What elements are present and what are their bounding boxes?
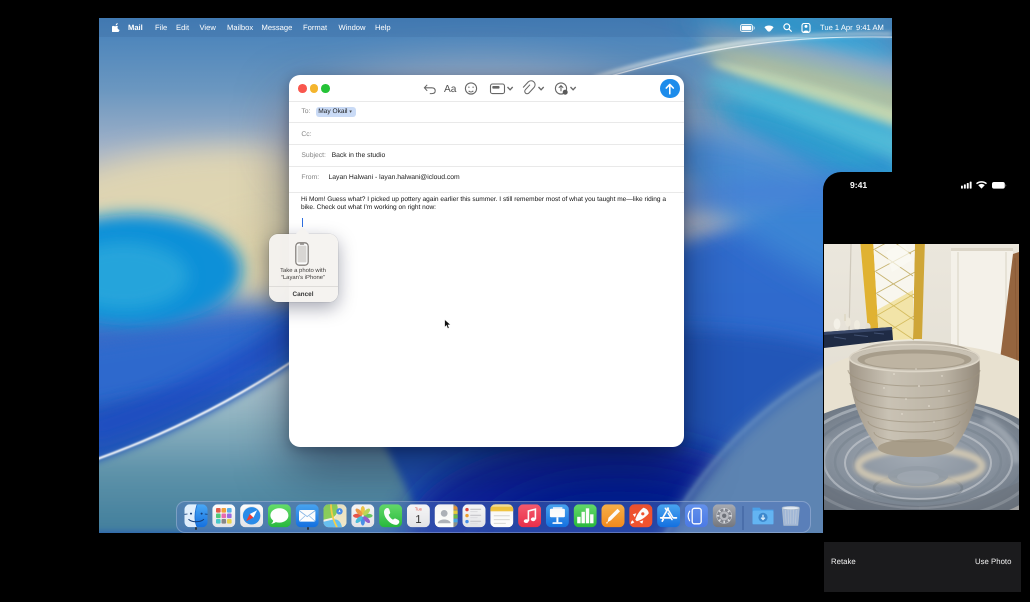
svg-text:Aa: Aa [444,84,457,95]
svg-text:Tue: Tue [415,506,423,511]
svg-text:1: 1 [415,514,421,526]
